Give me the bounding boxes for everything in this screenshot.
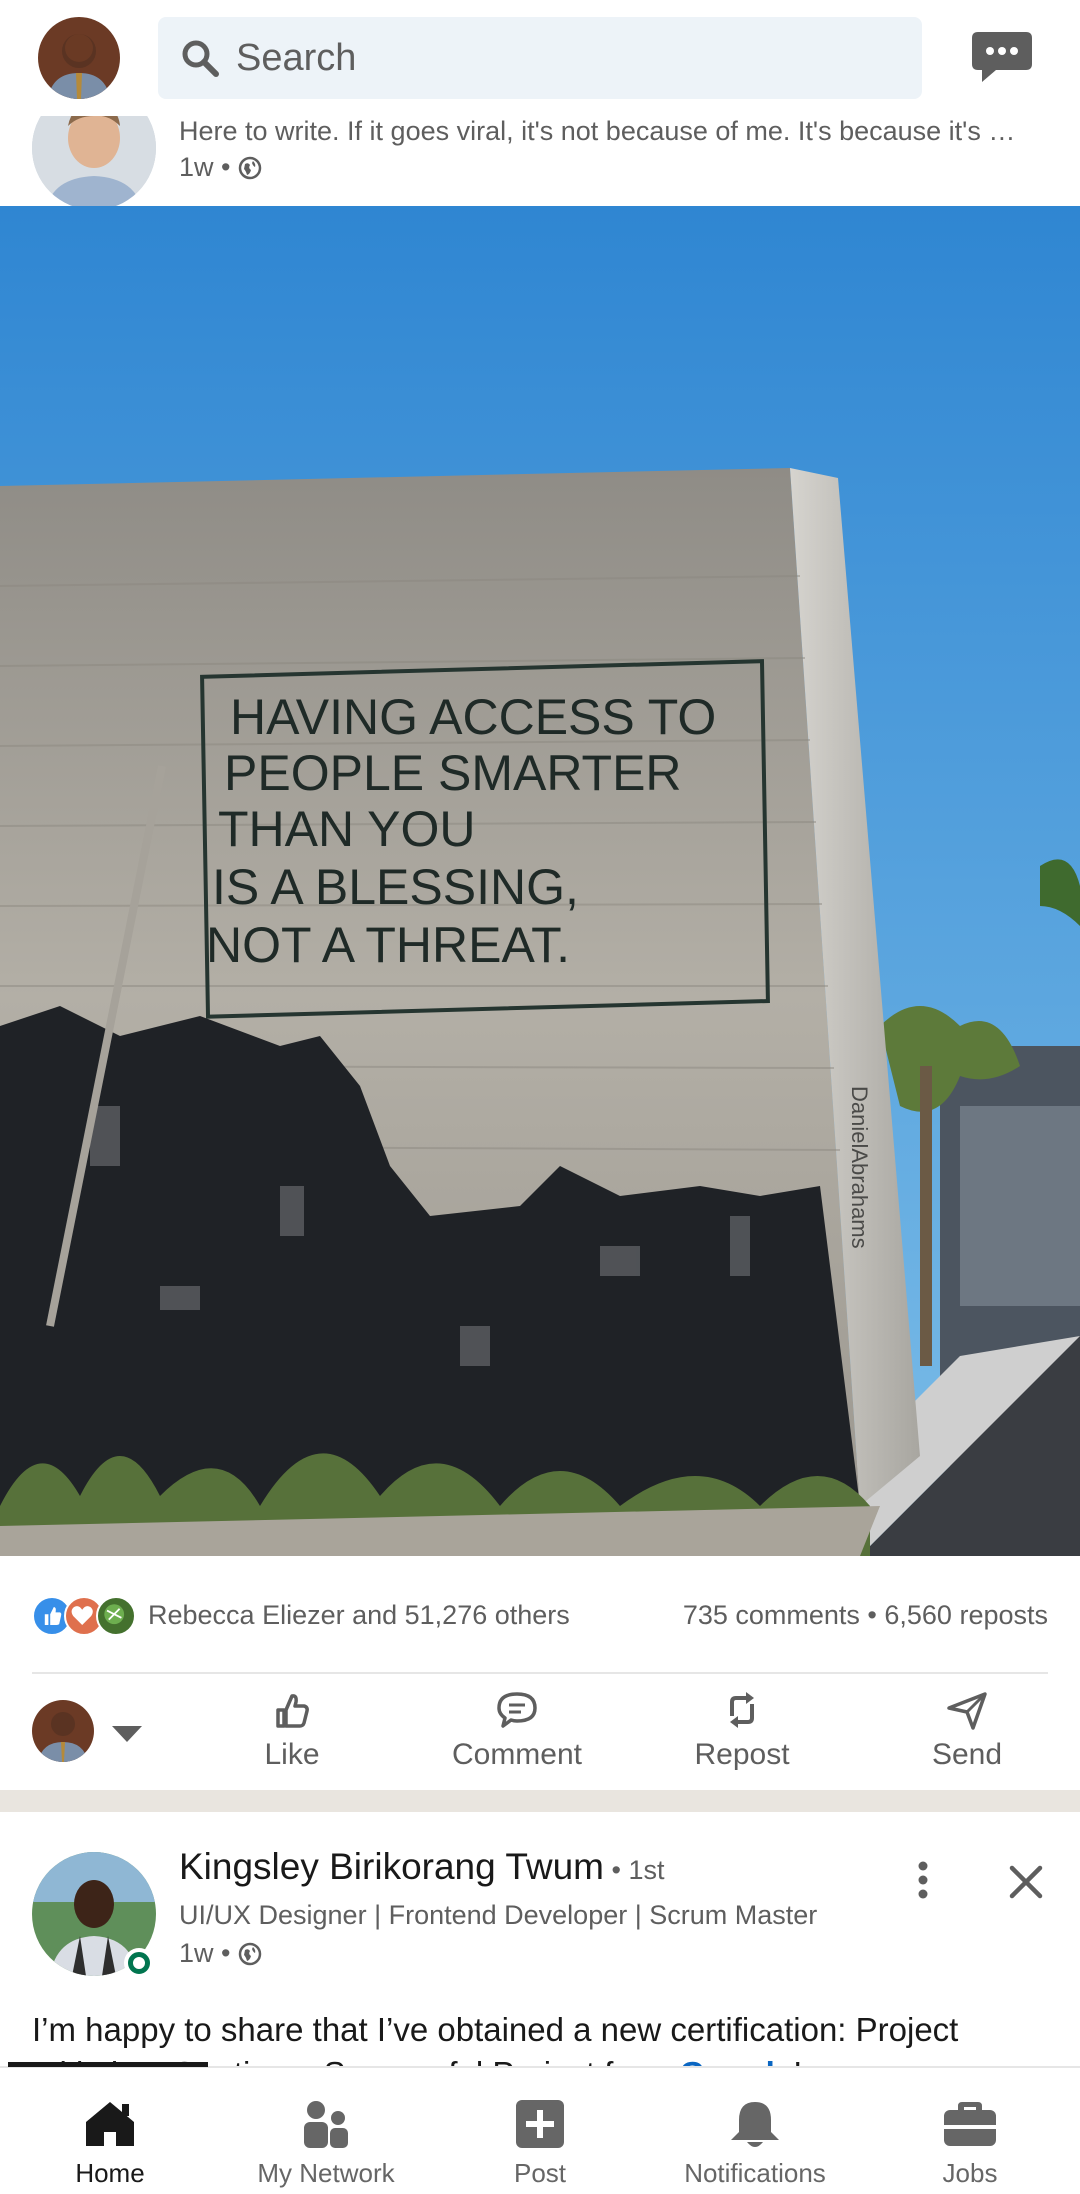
- author-avatar[interactable]: [32, 1852, 156, 1978]
- image-watermark: DanielAbrahams: [847, 1086, 872, 1249]
- reactions-summary[interactable]: Rebecca Eliezer and 51,276 others: [148, 1600, 570, 1631]
- reaction-icons[interactable]: [32, 1596, 136, 1636]
- close-icon[interactable]: [1006, 1862, 1046, 1902]
- post2: Kingsley Birikorang Twum • 1st UI/UX Des…: [0, 1812, 1080, 2066]
- comments-reposts-count[interactable]: 735 comments • 6,560 reposts: [683, 1600, 1048, 1631]
- home-icon: [86, 2102, 134, 2146]
- chevron-down-icon[interactable]: [110, 1722, 144, 1744]
- globe-icon: [239, 1942, 262, 1965]
- repost-button[interactable]: Repost: [642, 1688, 842, 1778]
- post-body-text[interactable]: I’m happy to share that I’ve obtained a …: [32, 2008, 1052, 2066]
- online-status-indicator: [124, 1948, 154, 1978]
- more-options-icon[interactable]: [906, 1858, 940, 1902]
- send-icon: [947, 1692, 987, 1730]
- like-button[interactable]: Like: [192, 1688, 392, 1778]
- globe-icon: [239, 156, 262, 179]
- post-image[interactable]: HAVING ACCESS TO PEOPLE SMARTER THAN YOU…: [0, 206, 1080, 1556]
- add-post-icon: [516, 2100, 564, 2148]
- nav-post[interactable]: Post: [432, 2068, 648, 2194]
- quote-line-5: NOT A THREAT.: [206, 917, 570, 973]
- author-name[interactable]: Kingsley Birikorang Twum • 1st: [179, 1846, 664, 1888]
- search-placeholder: Search: [236, 36, 357, 79]
- search-icon: [182, 40, 219, 77]
- post-action-bar: Like Comment Repost Send: [0, 1674, 1080, 1790]
- quote-line-3: THAN YOU: [218, 801, 475, 857]
- send-label: Send: [931, 1738, 1003, 1771]
- connection-degree: • 1st: [604, 1855, 665, 1885]
- company-link[interactable]: Google: [679, 2055, 793, 2066]
- feed-separator: [0, 1790, 1080, 1812]
- quote-line-1: HAVING ACCESS TO: [230, 689, 716, 745]
- repost-label: Repost: [694, 1738, 790, 1771]
- search-input[interactable]: Search: [158, 17, 922, 99]
- support-reaction-icon: [96, 1596, 136, 1636]
- active-tab-indicator: [8, 2062, 208, 2067]
- send-button[interactable]: Send: [867, 1688, 1067, 1778]
- nav-notifications[interactable]: Notifications: [647, 2068, 863, 2194]
- top-bar: Search: [0, 0, 1080, 116]
- bottom-navigation: Home My Network Post Notifications Jobs: [0, 2062, 1080, 2194]
- quote-line-4: IS A BLESSING,: [212, 859, 579, 915]
- briefcase-icon: [944, 2102, 996, 2146]
- post-timestamp: 1w •: [179, 152, 262, 183]
- repost-icon: [730, 1692, 754, 1728]
- social-counts: Rebecca Eliezer and 51,276 others 735 co…: [0, 1556, 1080, 1674]
- messaging-icon[interactable]: [970, 28, 1034, 88]
- comment-label: Comment: [451, 1738, 583, 1771]
- bell-icon: [731, 2102, 779, 2147]
- post-timestamp: 1w •: [179, 1938, 262, 1969]
- nav-jobs[interactable]: Jobs: [862, 2068, 1078, 2194]
- nav-home[interactable]: Home: [2, 2068, 218, 2194]
- author-subtitle: Here to write. If it goes viral, it's no…: [179, 116, 1016, 146]
- nav-my-network[interactable]: My Network: [218, 2068, 434, 2194]
- comment-icon: [497, 1692, 537, 1728]
- post1-header[interactable]: Here to write. If it goes viral, it's no…: [0, 86, 1080, 210]
- comment-button[interactable]: Comment: [417, 1688, 617, 1778]
- network-icon: [304, 2101, 348, 2148]
- reaction-identity-avatar[interactable]: [32, 1700, 94, 1762]
- like-icon: [276, 1694, 309, 1728]
- author-headline: UI/UX Designer | Frontend Developer | Sc…: [179, 1900, 818, 1930]
- like-label: Like: [264, 1738, 320, 1771]
- profile-avatar[interactable]: [38, 17, 120, 99]
- quote-line-2: PEOPLE SMARTER: [224, 745, 682, 801]
